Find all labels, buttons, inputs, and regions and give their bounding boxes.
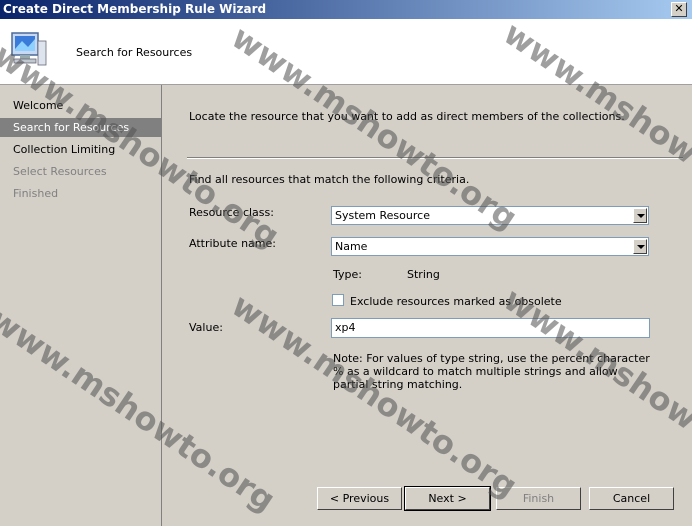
type-value: String [407,268,440,281]
finish-button: Finish [496,487,581,510]
resource-class-label: Resource class: [189,206,274,219]
value-input[interactable]: xp4 [331,318,650,338]
window-title: Create Direct Membership Rule Wizard [3,2,267,16]
value-label: Value: [189,321,223,334]
attribute-name-label: Attribute name: [189,237,276,250]
type-label: Type: [333,268,362,281]
intro-text: Locate the resource that you want to add… [189,110,625,123]
sidebar-item-finished: Finished [13,187,59,200]
sidebar-item-welcome[interactable]: Welcome [0,96,161,115]
separator [187,157,683,159]
sidebar-item-select-resources: Select Resources [13,165,107,178]
previous-button[interactable]: < Previous [317,487,402,510]
sidebar-item-search-for-resources[interactable]: Search for Resources [0,118,161,137]
wizard-steps-sidebar: Welcome Search for Resources Collection … [0,85,162,526]
sidebar-item-collection-limiting[interactable]: Collection Limiting [0,140,161,159]
attribute-name-value: Name [335,240,368,253]
criteria-text: Find all resources that match the follow… [189,173,470,186]
next-button[interactable]: Next > [404,486,491,511]
attribute-name-dropdown[interactable]: Name [331,237,649,256]
resource-class-dropdown[interactable]: System Resource [331,206,649,225]
wildcard-note: Note: For values of type string, use the… [333,352,650,391]
page-title: Search for Resources [76,46,193,59]
close-button[interactable]: ✕ [671,2,687,17]
title-bar: Create Direct Membership Rule Wizard ✕ [0,0,692,19]
exclude-obsolete-label[interactable]: Exclude resources marked as obsolete [350,295,562,308]
computer-icon [11,32,47,66]
value-input-text: xp4 [335,321,356,334]
dropdown-arrow-icon[interactable] [633,208,647,223]
dropdown-arrow-icon[interactable] [633,239,647,254]
exclude-obsolete-checkbox[interactable] [332,294,344,306]
cancel-button[interactable]: Cancel [589,487,674,510]
resource-class-value: System Resource [335,209,430,222]
wizard-header: Search for Resources [0,19,692,85]
